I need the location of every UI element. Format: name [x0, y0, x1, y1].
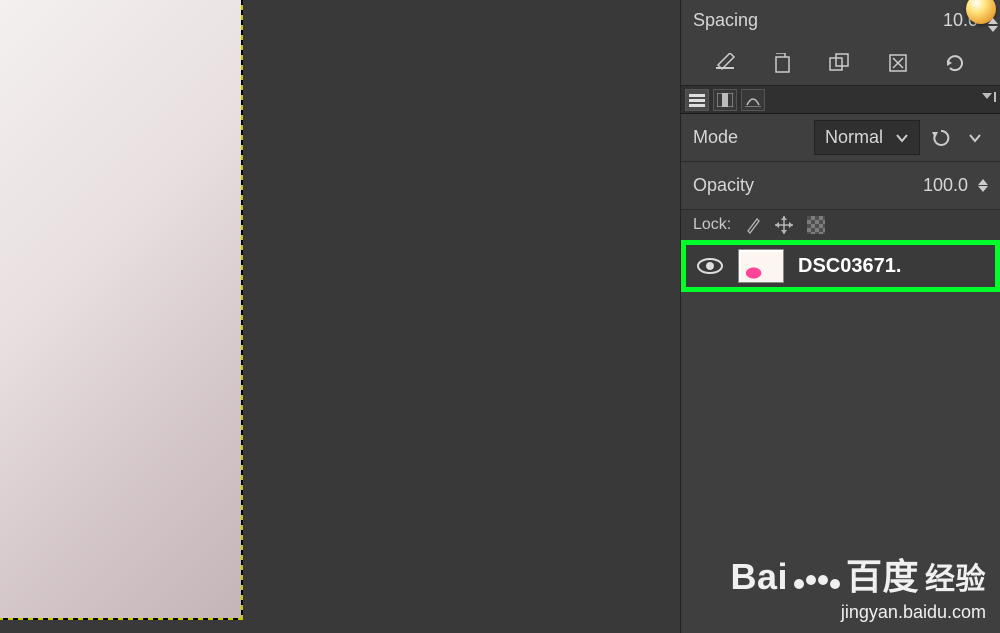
visibility-eye-icon[interactable]	[696, 256, 724, 276]
layer-thumbnail[interactable]	[738, 249, 784, 283]
mode-dropdown[interactable]: Normal	[814, 120, 920, 155]
delete-brush-icon[interactable]	[888, 53, 908, 73]
duplicate-brush-icon[interactable]	[829, 53, 851, 73]
opacity-spinner[interactable]	[978, 179, 988, 192]
lock-move-icon[interactable]	[775, 216, 793, 234]
refresh-brush-icon[interactable]	[944, 53, 966, 73]
spacing-spinner[interactable]	[988, 18, 998, 32]
new-brush-icon[interactable]	[773, 53, 793, 73]
mode-row: Mode Normal	[681, 114, 1000, 162]
spinner-up-icon[interactable]	[978, 179, 988, 185]
brush-toolbar	[681, 40, 1000, 86]
canvas-image[interactable]	[0, 0, 241, 618]
layer-row[interactable]: DSC03671.	[681, 240, 1000, 292]
mode-value: Normal	[825, 127, 883, 148]
opacity-label: Opacity	[693, 175, 923, 196]
channels-tab-icon[interactable]	[713, 89, 737, 111]
lock-alpha-icon[interactable]	[807, 216, 825, 234]
mode-more-icon[interactable]	[962, 125, 988, 151]
right-panel: Spacing 10.0	[680, 0, 1000, 633]
layers-tab-icon[interactable]	[685, 89, 709, 111]
layer-name[interactable]: DSC03671.	[798, 255, 901, 278]
lock-paint-icon[interactable]	[745, 216, 761, 234]
chevron-down-icon	[895, 133, 909, 143]
spacing-row: Spacing 10.0	[681, 0, 1000, 40]
dock-menu-icon[interactable]	[982, 90, 996, 109]
canvas-area[interactable]	[0, 0, 680, 633]
layer-list: DSC03671.	[681, 240, 1000, 292]
edit-brush-icon[interactable]	[715, 53, 737, 73]
lock-row: Lock:	[681, 210, 1000, 240]
spinner-down-icon[interactable]	[978, 186, 988, 192]
lock-label: Lock:	[693, 216, 731, 234]
spinner-up-icon[interactable]	[988, 18, 998, 24]
spacing-label: Spacing	[693, 10, 943, 31]
opacity-row: Opacity 100.0	[681, 162, 1000, 210]
dock-tabs	[681, 86, 1000, 114]
mode-label: Mode	[693, 127, 814, 148]
paths-tab-icon[interactable]	[741, 89, 765, 111]
mode-reset-icon[interactable]	[928, 125, 954, 151]
opacity-value[interactable]: 100.0	[923, 175, 968, 196]
spinner-down-icon[interactable]	[988, 26, 998, 32]
